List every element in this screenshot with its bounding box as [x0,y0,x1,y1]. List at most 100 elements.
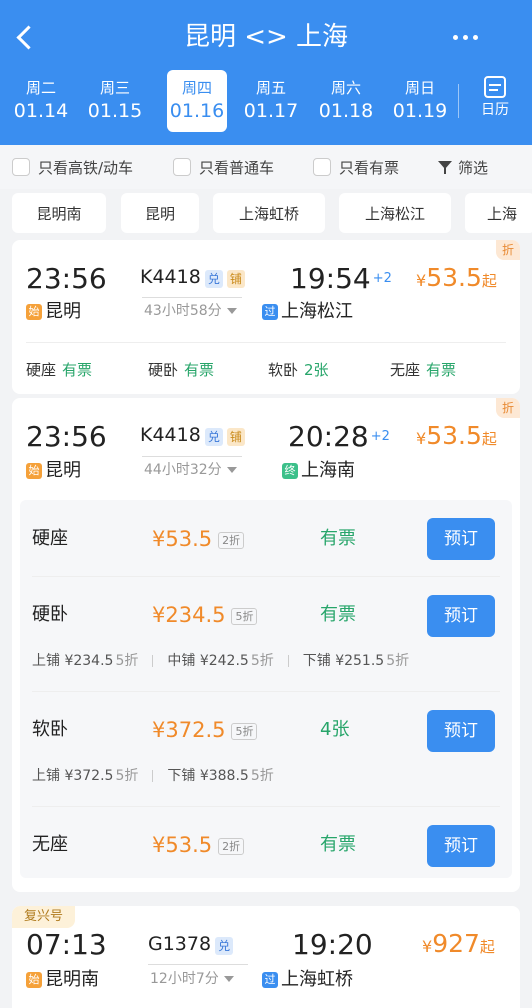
price-value: 927 [432,929,480,958]
filter-has-ticket-checkbox[interactable]: 只看有票 [313,155,399,179]
station-chip[interactable]: 昆明 [121,193,199,233]
divider [287,655,289,667]
weekday-label: 周日 [404,79,435,97]
berth-label: 下铺 [167,768,196,784]
berth-price: ¥372.5 [64,768,114,784]
divider [152,770,154,782]
seat-price-value: ¥372.5 [152,718,226,742]
duration-toggle[interactable]: 12小时7分 [150,969,234,989]
price-suffix: 起 [479,938,495,956]
discount-tag: 折 [496,240,520,260]
from-station: 始昆明南 [26,968,99,992]
discount-tag: 折 [496,398,520,418]
price: ¥53.5起 [416,262,497,297]
weekday-label: 周六 [330,79,361,97]
to-station-name: 上海虹桥 [281,969,353,990]
berth-discount: 5折 [250,653,274,669]
date-tab-0116-selected[interactable]: 周四 01.16 [167,70,227,132]
date-label: 01.18 [318,100,374,122]
train-card-expanded[interactable]: 折 23:56 K4418 兑铺 20:28 +2 ¥53.5起 始昆明 44小时3… [12,398,520,892]
weekday-label: 周四 [181,79,212,97]
filter-label: 只看普通车 [199,158,275,177]
back-button[interactable] [10,18,40,56]
to-station-name: 上海松江 [281,301,353,322]
more-options-button[interactable] [448,20,482,54]
price-suffix: 起 [481,430,497,448]
arrive-time: 19:20 [292,928,373,961]
checkbox-icon [313,158,331,176]
book-button[interactable]: 预订 [427,518,495,560]
weekday-label: 周三 [99,79,130,97]
duration-toggle[interactable]: 43小时58分 [144,301,237,321]
seat-type: 软卧 [268,361,299,379]
discount-badge: 5折 [231,607,258,625]
date-tab-0118[interactable]: 周六 01.18 [315,70,377,132]
station-chip[interactable]: 昆明南 [12,193,106,233]
duration-line [142,297,242,298]
calendar-icon [484,76,506,98]
berth-price: ¥251.5 [335,653,385,669]
seat-availability: 无座 有票 [390,359,456,380]
book-button[interactable]: 预订 [427,595,495,637]
fuxing-label: 复兴号 [12,906,76,928]
date-label: 01.14 [13,100,69,122]
train-card[interactable]: 折 23:56 K4418 兑铺 19:54 +2 ¥53.5起 始昆明 43小时5… [12,240,520,394]
date-tab-0115[interactable]: 周三 01.15 [84,70,146,132]
seat-type: 硬座 [26,361,57,379]
price-value: 53.5 [426,263,482,292]
calendar-button[interactable]: 日历 [470,72,520,130]
seat-price: ¥53.5 2折 [152,832,245,858]
filter-button[interactable]: 筛选 [438,155,488,179]
date-label: 01.15 [87,100,143,122]
train-number-row: K4418 兑铺 [140,422,245,448]
train-number-row: G1378 兑 [148,931,234,957]
calendar-label: 日历 [481,102,509,118]
seat-type: 无座 [390,361,421,379]
weekday-label: 周二 [25,79,56,97]
exchange-tag: 兑 [204,427,223,446]
station-chip[interactable]: 上海虹桥 [213,193,325,233]
berth-discount: 5折 [115,768,139,784]
berth-label: 下铺 [302,653,331,669]
seat-type: 硬卧 [32,604,68,625]
date-tab-0119[interactable]: 周日 01.19 [389,70,451,132]
station-filter-row: 昆明南 昆明 上海虹桥 上海松江 上海 [0,189,532,237]
filter-normal-train-checkbox[interactable]: 只看普通车 [173,155,274,179]
seat-type: 软卧 [32,719,68,740]
date-tab-0114[interactable]: 周二 01.14 [10,70,72,132]
to-station: 过上海松江 [262,300,353,324]
price-value: 53.5 [426,421,482,450]
plus-days: +2 [370,429,390,444]
divider [26,342,506,343]
seat-availability: 硬座 有票 [26,359,92,380]
depart-time: 07:13 [26,928,107,961]
berth-price: ¥234.5 [64,653,114,669]
seat-status: 4张 [320,719,350,740]
station-chip[interactable]: 上海松江 [339,193,451,233]
seat-status: 2张 [304,361,329,379]
train-card[interactable]: 复兴号 07:13 G1378 兑 19:20 ¥927起 始昆明南 12小时7分… [12,906,520,1008]
price-suffix: 起 [481,272,497,290]
book-button[interactable]: 预订 [427,710,495,752]
funnel-icon [438,160,452,174]
duration-line [148,964,248,965]
seat-type: 硬座 [32,528,68,549]
seat-price-value: ¥234.5 [152,603,226,627]
seat-status: 有票 [426,361,457,379]
duration-toggle[interactable]: 44小时32分 [144,460,237,480]
station-chip[interactable]: 上海 [465,193,532,233]
seat-availability: 软卧 2张 [268,359,329,380]
start-station-badge: 始 [26,463,42,479]
train-number: G1378 [148,933,212,955]
divider [458,84,459,118]
arrive-time: 19:54 [290,262,371,295]
berth-label: 中铺 [167,653,196,669]
date-tab-0117[interactable]: 周五 01.17 [240,70,302,132]
terminal-station-badge: 终 [282,463,298,479]
arrive-time-row: 20:28 +2 [288,420,390,454]
from-station: 始昆明 [26,459,81,483]
filter-bar: 只看高铁/动车 只看普通车 只看有票 筛选 [0,145,532,189]
filter-high-speed-checkbox[interactable]: 只看高铁/动车 [12,155,133,179]
book-button[interactable]: 预订 [427,825,495,867]
divider [32,576,500,577]
